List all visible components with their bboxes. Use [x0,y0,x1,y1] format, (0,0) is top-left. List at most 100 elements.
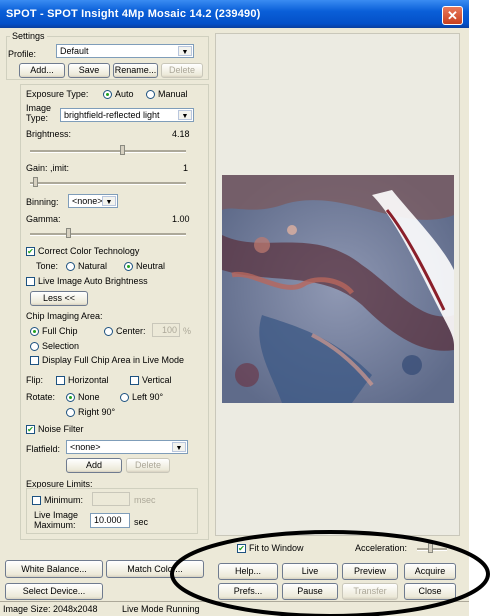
flip-horizontal-checkbox[interactable] [56,376,65,385]
profile-dropdown[interactable]: Default ▼ [56,44,194,58]
rotate-none-radio[interactable] [66,393,75,402]
status-mode: Live Mode Running [122,604,200,614]
binning-label: Binning: [26,197,59,207]
pause-button[interactable]: Pause [282,583,338,600]
rename-profile-button[interactable]: Rename... [113,63,158,78]
title-bar[interactable]: SPOT - SPOT Insight 4Mp Mosaic 14.2 (239… [0,0,469,28]
exposure-type-label: Exposure Type: [26,89,89,99]
gamma-slider-thumb[interactable] [66,228,71,238]
fit-to-window-label[interactable]: Fit to Window [249,543,304,553]
gamma-slider-track[interactable] [30,233,186,236]
image-type-dropdown[interactable]: brightfield-reflected light ▼ [60,108,194,122]
preview-button[interactable]: Preview [342,563,398,580]
correct-color-checkbox[interactable]: ✔ [26,247,35,256]
flip-vertical-checkbox[interactable] [130,376,139,385]
center-label[interactable]: Center: [116,326,146,336]
auto-brightness-label[interactable]: Live Image Auto Brightness [38,276,148,286]
less-button[interactable]: Less << [30,291,88,306]
rotate-left90-radio[interactable] [120,393,129,402]
live-max-value: 10.000 [94,515,122,525]
center-unit: % [183,326,192,336]
close-window-button[interactable]: ✕ [442,6,463,25]
white-balance-button[interactable]: White Balance... [5,560,103,578]
minimum-checkbox[interactable] [32,496,41,505]
micrograph-image[interactable] [222,175,454,403]
flip-label: Flip: [26,375,44,385]
tone-neutral-label[interactable]: Neutral [136,261,165,271]
chevron-down-icon[interactable]: ▼ [172,442,186,452]
live-max-label-2: Maximum: [34,520,76,530]
rotate-right90-label[interactable]: Right 90° [78,407,115,417]
display-full-chip-checkbox[interactable] [30,356,39,365]
full-chip-radio[interactable] [30,327,39,336]
prefs-button[interactable]: Prefs... [218,583,278,600]
exposure-auto-radio[interactable] [103,90,112,99]
rotate-left90-label[interactable]: Left 90° [132,392,163,402]
auto-brightness-checkbox[interactable] [26,277,35,286]
center-percent-value: 100 [161,325,177,335]
binning-dropdown[interactable]: <none> ▼ [68,194,118,208]
chevron-down-icon[interactable]: ▼ [102,196,116,206]
flatfield-dropdown[interactable]: <none> ▼ [66,440,188,454]
flatfield-add-button[interactable]: Add [66,458,122,473]
gain-slider-track[interactable] [30,182,186,185]
full-chip-label[interactable]: Full Chip [42,326,78,336]
chevron-down-icon[interactable]: ▼ [178,110,192,120]
exposure-manual-label[interactable]: Manual [158,89,188,99]
tone-label: Tone: [36,261,59,271]
noise-filter-checkbox[interactable]: ✔ [26,425,35,434]
gain-value: 1 [183,163,189,173]
flip-vertical-label[interactable]: Vertical [142,375,172,385]
close-button[interactable]: Close [404,583,456,600]
delete-profile-button[interactable]: Delete [161,63,203,78]
image-type-value: brightfield-reflected light [64,110,160,120]
micrograph-svg [222,175,454,403]
flatfield-value: <none> [70,442,101,452]
live-button[interactable]: Live [282,563,338,580]
acquire-button[interactable]: Acquire [404,563,456,580]
gain-slider-thumb[interactable] [33,177,38,187]
minimum-label[interactable]: Minimum: [44,495,83,505]
center-radio[interactable] [104,327,113,336]
brightness-slider-track[interactable] [30,150,186,153]
select-device-button[interactable]: Select Device... [5,583,103,600]
profile-label: Profile: [8,49,37,59]
rotate-none-label[interactable]: None [78,392,100,402]
save-profile-button[interactable]: Save [68,63,110,78]
add-profile-button[interactable]: Add... [19,63,65,78]
help-button[interactable]: Help... [218,563,278,580]
live-max-input[interactable]: 10.000 [90,513,130,528]
spot-window: SPOT - SPOT Insight 4Mp Mosaic 14.2 (239… [0,0,469,616]
chevron-down-icon[interactable]: ▼ [178,46,192,56]
tone-natural-label[interactable]: Natural [78,261,107,271]
flip-horizontal-label[interactable]: Horizontal [68,375,109,385]
minimum-input[interactable] [92,492,130,506]
tone-natural-radio[interactable] [66,262,75,271]
gain-label: Gain: ,imit: [26,163,70,173]
flatfield-delete-button[interactable]: Delete [126,458,170,473]
fit-to-window-checkbox[interactable]: ✔ [237,544,246,553]
gamma-label: Gamma: [26,214,61,224]
center-percent-input[interactable]: 100 [152,323,180,337]
selection-radio[interactable] [30,342,39,351]
brightness-slider-thumb[interactable] [120,145,125,155]
gamma-value: 1.00 [172,214,190,224]
rotate-label: Rotate: [26,392,56,402]
live-max-unit: sec [134,517,149,527]
live-max-label: Live Image [34,510,79,520]
selection-label[interactable]: Selection [42,341,79,351]
noise-filter-label[interactable]: Noise Filter [38,424,84,434]
chip-area-label: Chip Imaging Area: [26,311,103,321]
exposure-manual-radio[interactable] [146,90,155,99]
acceleration-slider-thumb[interactable] [428,543,433,553]
exposure-auto-label[interactable]: Auto [115,89,134,99]
match-color-button[interactable]: Match Color... [106,560,204,578]
image-type-label-2: Type: [26,113,49,123]
status-bar: Image Size: 2048x2048 Live Mode Running [0,601,469,616]
display-full-chip-label[interactable]: Display Full Chip Area in Live Mode [42,355,184,365]
acceleration-label: Acceleration: [355,543,408,553]
correct-color-label[interactable]: Correct Color Technology [38,246,139,256]
rotate-right90-radio[interactable] [66,408,75,417]
transfer-button[interactable]: Transfer [342,583,398,600]
tone-neutral-radio[interactable] [124,262,133,271]
